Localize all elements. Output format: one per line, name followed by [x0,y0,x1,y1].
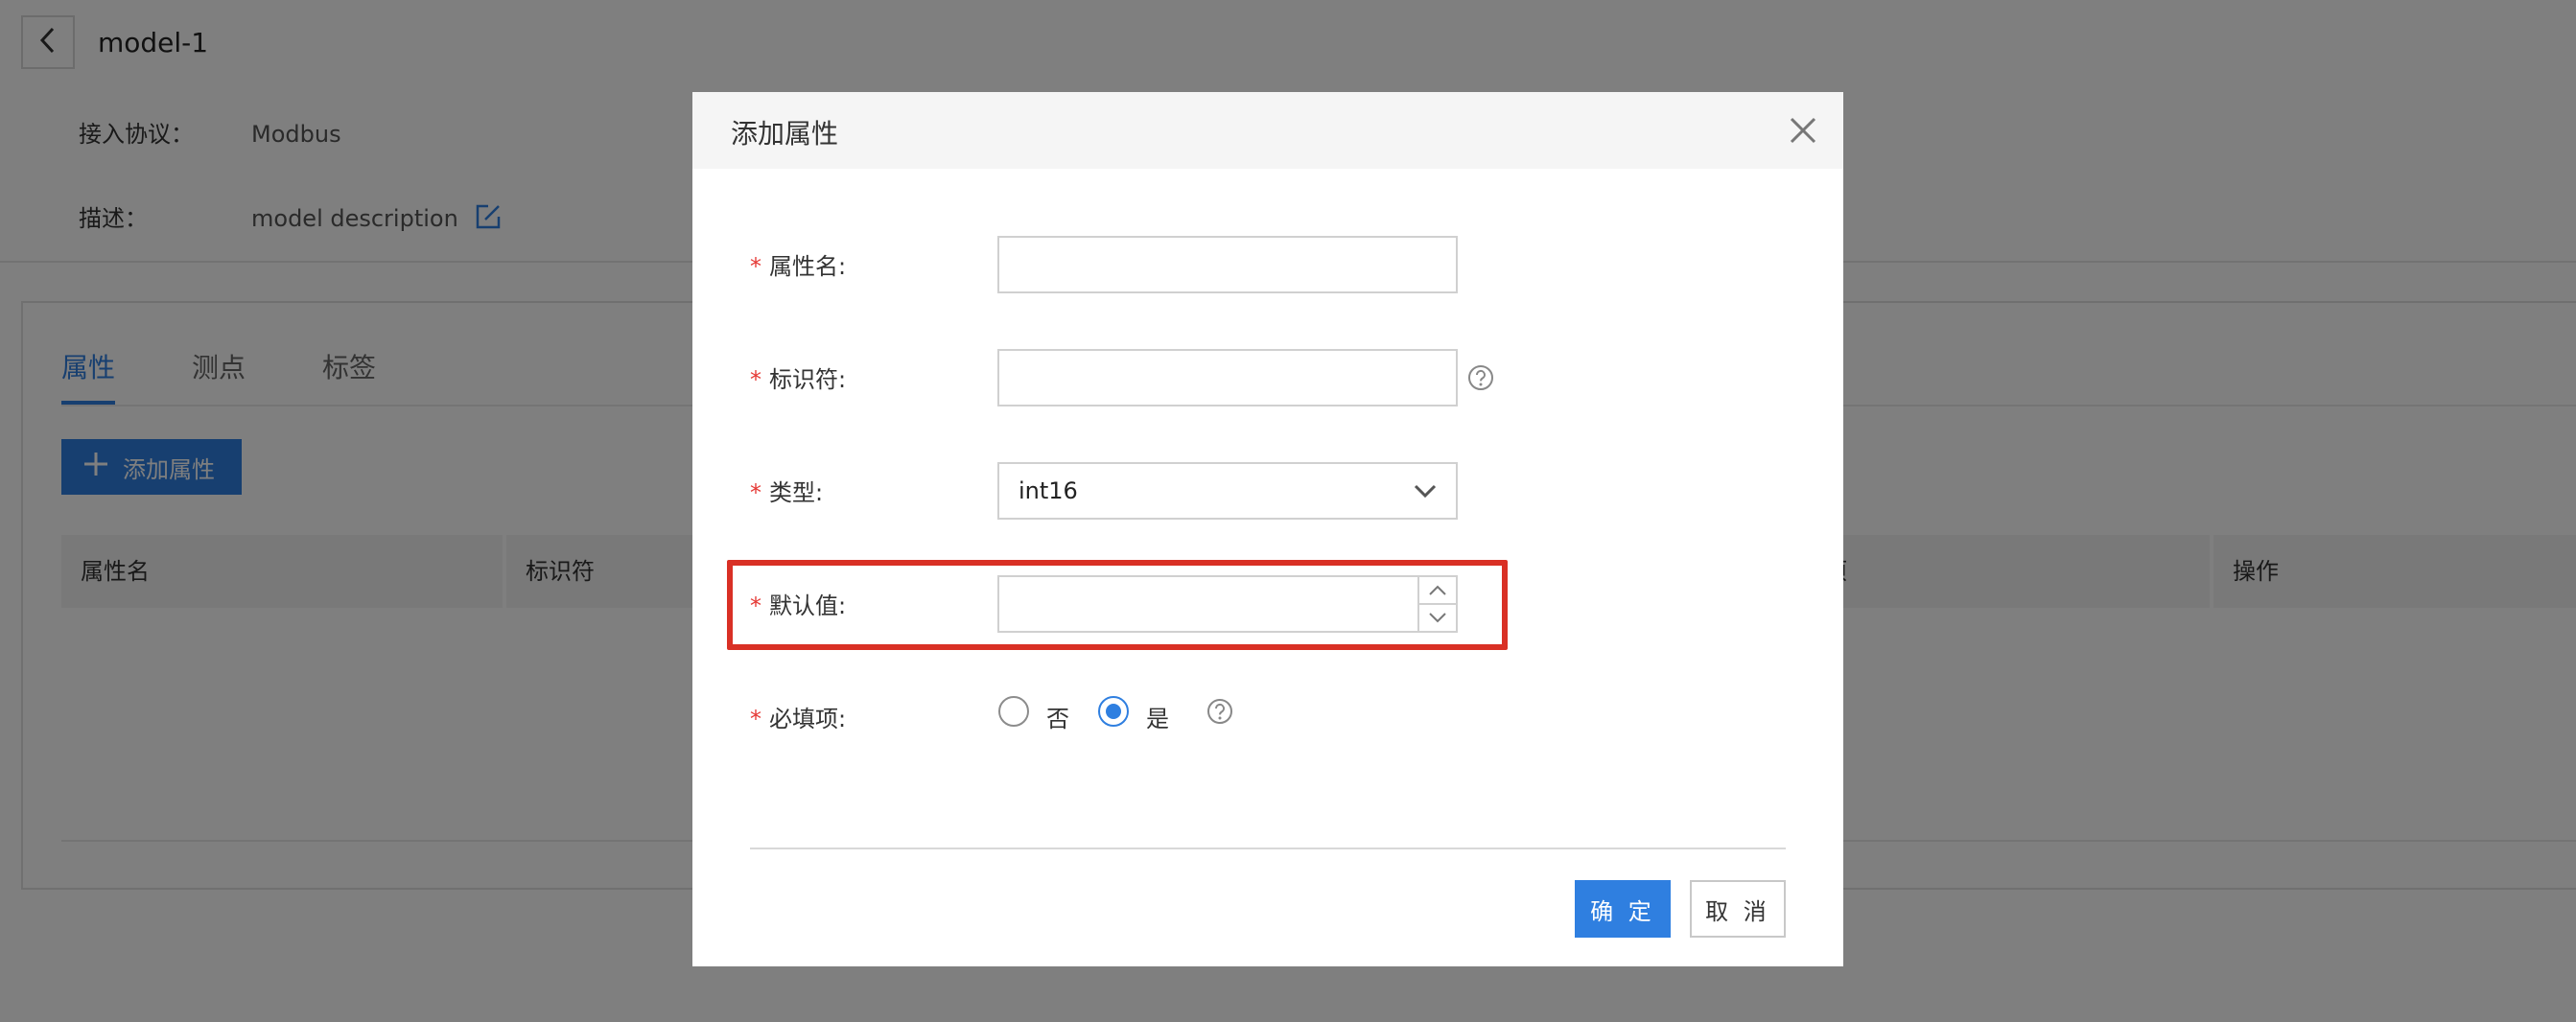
dialog-header: 添加属性 [692,92,1843,169]
name-field-label: * 属性名: [750,247,846,281]
dialog-footer-divider [750,848,1786,849]
required-asterisk: * [750,706,761,732]
identifier-label-text: 标识符: [769,366,847,393]
identifier-input[interactable] [997,349,1458,406]
required-help-icon[interactable] [1206,698,1233,725]
required-asterisk: * [750,479,761,506]
type-field-label: * 类型: [750,474,823,507]
identifier-help-icon[interactable] [1467,364,1494,391]
add-property-dialog: 添加属性 * 属性名: * 标识符: * 类型: int16 * 默认值: * … [692,92,1843,966]
dialog-title: 添加属性 [731,118,839,150]
cancel-button[interactable]: 取 消 [1690,880,1786,938]
close-icon[interactable] [1784,111,1822,150]
required-field-label: * 必填项: [750,700,846,733]
required-label-text: 必填项: [769,706,847,732]
required-asterisk: * [750,253,761,280]
property-name-input[interactable] [997,236,1458,293]
chevron-down-icon [1414,481,1437,504]
confirm-button[interactable]: 确 定 [1575,880,1671,938]
type-label-text: 类型: [769,479,824,506]
default-value-highlight [727,560,1508,650]
required-no-radio[interactable] [998,696,1029,727]
identifier-field-label: * 标识符: [750,360,846,394]
name-label-text: 属性名: [769,253,847,280]
required-yes-radio[interactable] [1098,696,1129,727]
required-yes-label: 是 [1146,706,1169,732]
required-asterisk: * [750,366,761,393]
type-selected-value: int16 [1019,477,1078,504]
required-no-label: 否 [1046,706,1069,732]
type-select[interactable]: int16 [997,462,1458,520]
page: model-1 接入协议：Modbus 描述：model description… [0,0,2576,1022]
